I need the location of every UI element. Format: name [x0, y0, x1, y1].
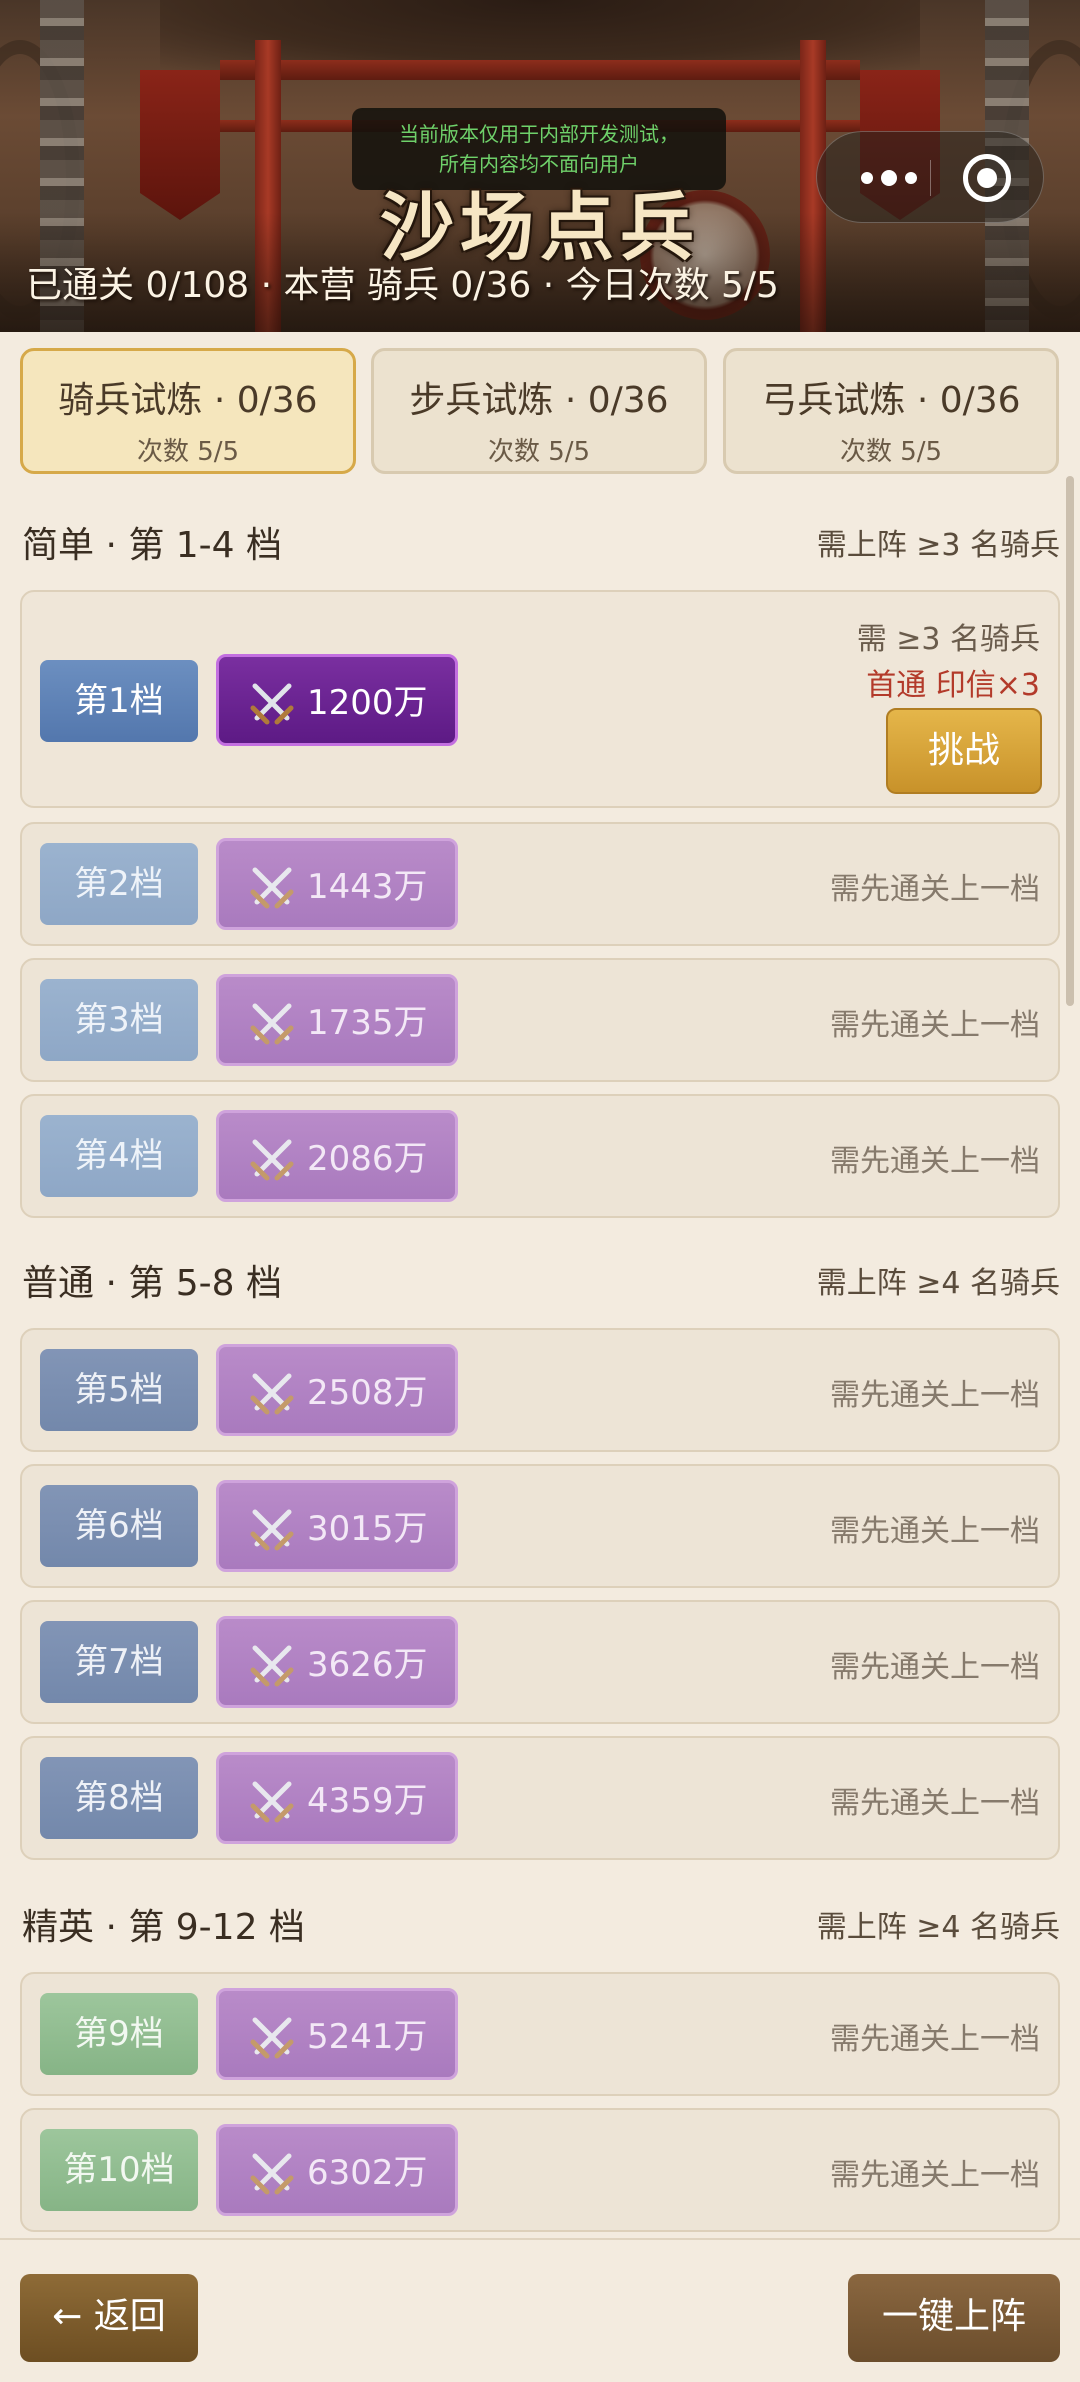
tier-badge: 第8档 [40, 1757, 198, 1839]
power-badge: 4359万 [216, 1752, 458, 1844]
power-value: 2508万 [307, 1373, 428, 1413]
crossed-swords-icon [250, 683, 294, 725]
tier-row: 第10档 6302万 需先通关上一档 [20, 2108, 1060, 2232]
tier-row: 第6档 3015万 需先通关上一档 [20, 1464, 1060, 1588]
section-requirement: 需上阵 ≥3 名骑兵 [816, 528, 1060, 563]
tab-archer-trial[interactable]: 弓兵试炼 · 0/36 次数 5/5 [723, 348, 1059, 474]
tab-infantry-trial[interactable]: 步兵试炼 · 0/36 次数 5/5 [371, 348, 707, 474]
challenge-button[interactable]: 挑战 [886, 708, 1042, 794]
tab-label: 骑兵试炼 · 0/36 [58, 380, 318, 421]
locked-hint: 需先通关上一档 [830, 1650, 1040, 1685]
power-value: 2086万 [307, 1139, 428, 1179]
power-value: 3015万 [307, 1509, 428, 1549]
locked-hint: 需先通关上一档 [830, 1514, 1040, 1549]
power-value: 1735万 [307, 1003, 428, 1043]
header-banner: 当前版本仅用于内部开发测试， 所有内容均不面向用户 沙场点兵 已通关 0/108… [0, 0, 1080, 332]
tier-row: 第8档 4359万 需先通关上一档 [20, 1736, 1060, 1860]
locked-hint: 需先通关上一档 [830, 1144, 1040, 1179]
crossed-swords-icon [250, 1373, 294, 1415]
beam-decoration [220, 60, 860, 80]
power-badge: 1200万 [216, 654, 458, 746]
locked-hint: 需先通关上一档 [830, 2022, 1040, 2057]
tier-badge: 第5档 [40, 1349, 198, 1431]
back-button[interactable]: ← 返回 [20, 2274, 198, 2362]
section-title-normal: 普通 · 第 5-8 档 [22, 1263, 283, 1304]
tier-badge: 第9档 [40, 1993, 198, 2075]
tier-row: 第7档 3626万 需先通关上一档 [20, 1600, 1060, 1724]
power-badge: 1735万 [216, 974, 458, 1066]
power-badge: 2086万 [216, 1110, 458, 1202]
tab-cavalry-trial[interactable]: 骑兵试炼 · 0/36 次数 5/5 [20, 348, 356, 474]
locked-hint: 需先通关上一档 [830, 1786, 1040, 1821]
more-dots-icon[interactable] [861, 168, 921, 188]
power-value: 1443万 [307, 867, 428, 907]
power-badge: 3015万 [216, 1480, 458, 1572]
tier-badge: 第10档 [40, 2129, 198, 2211]
crossed-swords-icon [250, 1781, 294, 1823]
scrollbar[interactable] [1066, 476, 1074, 1006]
tier-row: 第2档 1443万 需先通关上一档 [20, 822, 1060, 946]
section-requirement: 需上阵 ≥4 名骑兵 [816, 1910, 1060, 1945]
tier-badge: 第7档 [40, 1621, 198, 1703]
power-value: 3626万 [307, 1645, 428, 1685]
progress-stats: 已通关 0/108 · 本营 骑兵 0/36 · 今日次数 5/5 [26, 265, 779, 306]
power-value: 5241万 [307, 2017, 428, 2057]
dev-notice-line1: 当前版本仅用于内部开发测试， [399, 122, 679, 146]
tier-badge: 第4档 [40, 1115, 198, 1197]
crossed-swords-icon [250, 1509, 294, 1551]
section-requirement: 需上阵 ≥4 名骑兵 [816, 1266, 1060, 1301]
tier-badge: 第3档 [40, 979, 198, 1061]
first-clear-reward: 首通 印信×3 [866, 668, 1040, 703]
tier-requirement: 需 ≥3 名骑兵 [856, 622, 1040, 657]
power-badge: 1443万 [216, 838, 458, 930]
crossed-swords-icon [250, 1003, 294, 1045]
tab-attempts: 次数 5/5 [839, 437, 943, 467]
auto-deploy-button[interactable]: 一键上阵 [848, 2274, 1060, 2362]
bottom-action-bar: ← 返回 一键上阵 [0, 2238, 1080, 2382]
tab-label: 弓兵试炼 · 0/36 [761, 380, 1021, 421]
section-title-elite: 精英 · 第 9-12 档 [22, 1907, 305, 1948]
tier-row: 第9档 5241万 需先通关上一档 [20, 1972, 1060, 2096]
power-badge: 3626万 [216, 1616, 458, 1708]
tier-row: 第5档 2508万 需先通关上一档 [20, 1328, 1060, 1452]
power-value: 6302万 [307, 2153, 428, 2193]
locked-hint: 需先通关上一档 [830, 1378, 1040, 1413]
locked-hint: 需先通关上一档 [830, 872, 1040, 907]
power-value: 1200万 [307, 683, 428, 723]
crossed-swords-icon [250, 1645, 294, 1687]
power-badge: 6302万 [216, 2124, 458, 2216]
power-badge: 5241万 [216, 1988, 458, 2080]
crossed-swords-icon [250, 867, 294, 909]
tab-label: 步兵试炼 · 0/36 [409, 380, 669, 421]
tab-attempts: 次数 5/5 [136, 437, 240, 467]
locked-hint: 需先通关上一档 [830, 1008, 1040, 1043]
tier-badge: 第6档 [40, 1485, 198, 1567]
miniprogram-capsule [816, 131, 1044, 223]
tier-badge: 第2档 [40, 843, 198, 925]
tier-row: 第3档 1735万 需先通关上一档 [20, 958, 1060, 1082]
section-title-easy: 简单 · 第 1-4 档 [22, 525, 283, 566]
target-circle-icon[interactable] [963, 154, 1011, 202]
locked-hint: 需先通关上一档 [830, 2158, 1040, 2193]
tier-row: 第4档 2086万 需先通关上一档 [20, 1094, 1060, 1218]
crossed-swords-icon [250, 1139, 294, 1181]
crossed-swords-icon [250, 2017, 294, 2059]
power-badge: 2508万 [216, 1344, 458, 1436]
tier-badge: 第1档 [40, 660, 198, 742]
tier-row: 第1档 1200万 需 ≥3 名骑兵 首通 印信×3 挑战 [20, 590, 1060, 808]
crossed-swords-icon [250, 2153, 294, 2195]
power-value: 4359万 [307, 1781, 428, 1821]
capsule-divider [930, 160, 931, 196]
tab-attempts: 次数 5/5 [487, 437, 591, 467]
